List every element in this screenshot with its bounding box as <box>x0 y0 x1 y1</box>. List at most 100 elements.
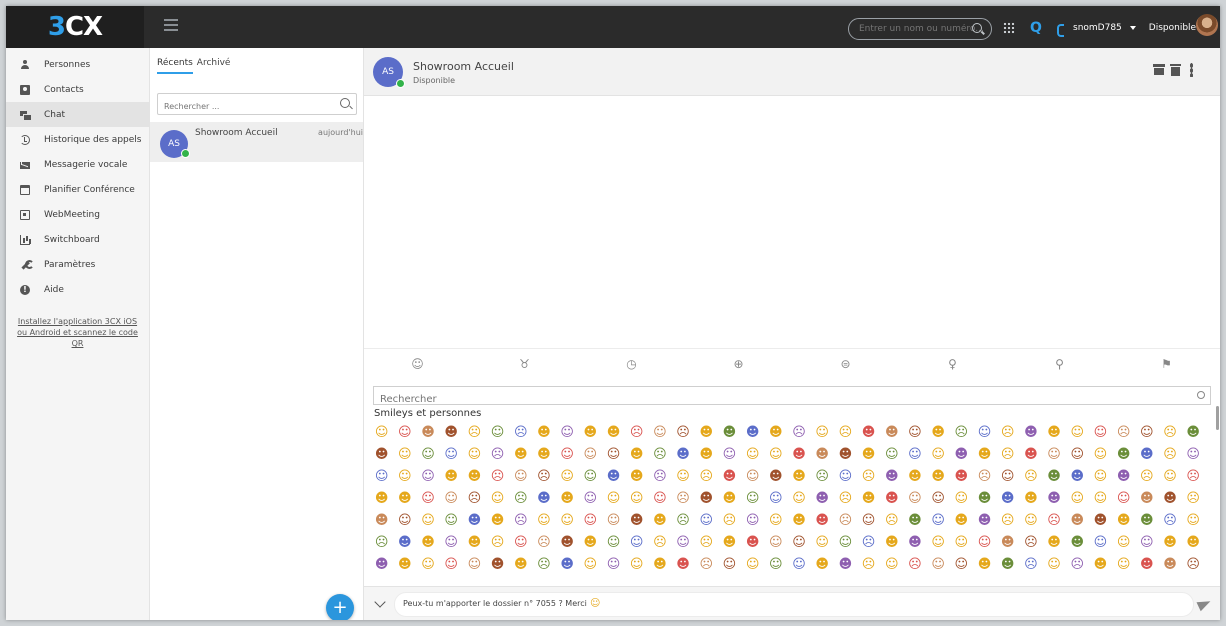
emoji-cell[interactable]: ☺ <box>509 532 532 554</box>
emoji-cell[interactable]: ☺ <box>741 510 764 532</box>
emoji-cell[interactable]: ☺ <box>579 510 602 532</box>
emoji-cell[interactable]: ☺ <box>927 488 950 510</box>
emoji-cell[interactable]: ☹ <box>648 466 671 488</box>
emoji-cell[interactable]: ☺ <box>579 488 602 510</box>
tab-emoji-objects-icon[interactable]: ♀ <box>899 349 1006 378</box>
emoji-cell[interactable]: ☻ <box>834 554 857 576</box>
emoji-cell[interactable]: ☻ <box>579 422 602 444</box>
emoji-cell[interactable]: ☹ <box>903 554 926 576</box>
emoji-cell[interactable]: ☹ <box>671 488 694 510</box>
emoji-cell[interactable]: ☺ <box>1089 422 1112 444</box>
emoji-cell[interactable]: ☹ <box>463 422 486 444</box>
emoji-cell[interactable]: ☻ <box>1042 532 1065 554</box>
emoji-cell[interactable]: ☻ <box>787 510 810 532</box>
sidebar-item-history[interactable]: Historique des appels <box>6 127 149 152</box>
chevron-down-icon[interactable] <box>374 596 386 608</box>
emoji-cell[interactable]: ☺ <box>764 444 787 466</box>
emoji-cell[interactable]: ☹ <box>509 488 532 510</box>
emoji-cell[interactable]: ☺ <box>625 488 648 510</box>
emoji-cell[interactable]: ☺ <box>393 510 416 532</box>
emoji-cell[interactable]: ☻ <box>880 422 903 444</box>
emoji-cell[interactable]: ☻ <box>880 488 903 510</box>
emoji-cell[interactable]: ☻ <box>764 422 787 444</box>
emoji-cell[interactable]: ☹ <box>787 422 810 444</box>
emoji-cell[interactable]: ☻ <box>1066 510 1089 532</box>
emoji-cell[interactable]: ☻ <box>648 510 671 532</box>
tab-emoji-food-icon[interactable]: ◷ <box>578 349 685 378</box>
emoji-cell[interactable]: ☻ <box>1066 466 1089 488</box>
emoji-cell[interactable]: ☻ <box>671 444 694 466</box>
emoji-cell[interactable]: ☻ <box>857 488 880 510</box>
emoji-cell[interactable]: ☺ <box>1089 488 1112 510</box>
emoji-cell[interactable]: ☻ <box>1135 510 1158 532</box>
emoji-cell[interactable]: ☺ <box>532 510 555 532</box>
emoji-cell[interactable]: ☻ <box>718 532 741 554</box>
emoji-cell[interactable]: ☺ <box>950 532 973 554</box>
emoji-cell[interactable]: ☹ <box>811 466 834 488</box>
emoji-cell[interactable]: ☺ <box>579 466 602 488</box>
emoji-cell[interactable]: ☹ <box>1042 510 1065 532</box>
emoji-cell[interactable]: ☺ <box>880 554 903 576</box>
emoji-cell[interactable]: ☹ <box>857 466 880 488</box>
tab-archive[interactable]: Archivé <box>197 58 231 74</box>
emoji-cell[interactable]: ☻ <box>532 444 555 466</box>
emoji-cell[interactable]: ☻ <box>625 510 648 532</box>
emoji-cell[interactable]: ☹ <box>1112 422 1135 444</box>
emoji-cell[interactable]: ☻ <box>556 488 579 510</box>
emoji-cell[interactable]: ☺ <box>416 444 439 466</box>
emoji-cell[interactable]: ☺ <box>370 422 393 444</box>
emoji-cell[interactable]: ☺ <box>903 444 926 466</box>
emoji-cell[interactable]: ☻ <box>1158 554 1181 576</box>
emoji-cell[interactable]: ☻ <box>463 510 486 532</box>
emoji-cell[interactable]: ☺ <box>973 422 996 444</box>
emoji-cell[interactable]: ☺ <box>764 488 787 510</box>
emoji-cell[interactable]: ☻ <box>1019 488 1042 510</box>
emoji-cell[interactable]: ☻ <box>880 532 903 554</box>
emoji-cell[interactable]: ☹ <box>718 510 741 532</box>
emoji-cell[interactable]: ☻ <box>903 510 926 532</box>
emoji-cell[interactable]: ☹ <box>370 532 393 554</box>
emoji-cell[interactable]: ☹ <box>486 444 509 466</box>
emoji-cell[interactable]: ☻ <box>880 466 903 488</box>
emoji-cell[interactable]: ☹ <box>509 510 532 532</box>
emoji-cell[interactable]: ☺ <box>857 510 880 532</box>
emoji-cell[interactable]: ☺ <box>950 554 973 576</box>
emoji-cell[interactable]: ☻ <box>463 466 486 488</box>
emoji-cell[interactable]: ☹ <box>463 488 486 510</box>
emoji-cell[interactable]: ☻ <box>1066 532 1089 554</box>
emoji-cell[interactable]: ☺ <box>1182 510 1205 532</box>
emoji-cell[interactable]: ☺ <box>741 444 764 466</box>
send-icon[interactable] <box>1198 597 1212 611</box>
emoji-cell[interactable]: ☹ <box>648 532 671 554</box>
emoji-cell[interactable]: ☻ <box>486 554 509 576</box>
emoji-cell[interactable]: ☺ <box>556 510 579 532</box>
sidebar-item-chat[interactable]: Chat <box>6 102 149 127</box>
install-app-link[interactable]: Installez l'application 3CX iOS ou Andro… <box>14 316 141 349</box>
emoji-cell[interactable]: ☹ <box>486 466 509 488</box>
emoji-cell[interactable]: ☺ <box>903 488 926 510</box>
emoji-cell[interactable]: ☻ <box>695 422 718 444</box>
emoji-cell[interactable]: ☺ <box>764 532 787 554</box>
emoji-cell[interactable]: ☺ <box>602 554 625 576</box>
emoji-cell[interactable]: ☻ <box>509 554 532 576</box>
emoji-cell[interactable]: ☻ <box>556 532 579 554</box>
emoji-cell[interactable]: ☺ <box>556 444 579 466</box>
emoji-cell[interactable]: ☻ <box>857 422 880 444</box>
emoji-cell[interactable]: ☹ <box>1158 510 1181 532</box>
emoji-cell[interactable]: ☹ <box>880 510 903 532</box>
emoji-cell[interactable]: ☻ <box>950 466 973 488</box>
emoji-cell[interactable]: ☺ <box>556 466 579 488</box>
emoji-cell[interactable]: ☺ <box>370 466 393 488</box>
emoji-cell[interactable]: ☺ <box>1042 554 1065 576</box>
emoji-cell[interactable]: ☺ <box>1112 532 1135 554</box>
emoji-cell[interactable]: ☺ <box>973 532 996 554</box>
emoji-cell[interactable]: ☹ <box>834 422 857 444</box>
emoji-cell[interactable]: ☻ <box>1019 444 1042 466</box>
list-item[interactable]: AS Showroom Accueil aujourd'hui <box>150 122 363 162</box>
emoji-cell[interactable]: ☻ <box>1089 510 1112 532</box>
emoji-cell[interactable]: ☺ <box>671 532 694 554</box>
emoji-cell[interactable]: ☻ <box>811 488 834 510</box>
emoji-cell[interactable]: ☺ <box>811 422 834 444</box>
emoji-cell[interactable]: ☺ <box>1066 488 1089 510</box>
emoji-cell[interactable]: ☹ <box>486 532 509 554</box>
